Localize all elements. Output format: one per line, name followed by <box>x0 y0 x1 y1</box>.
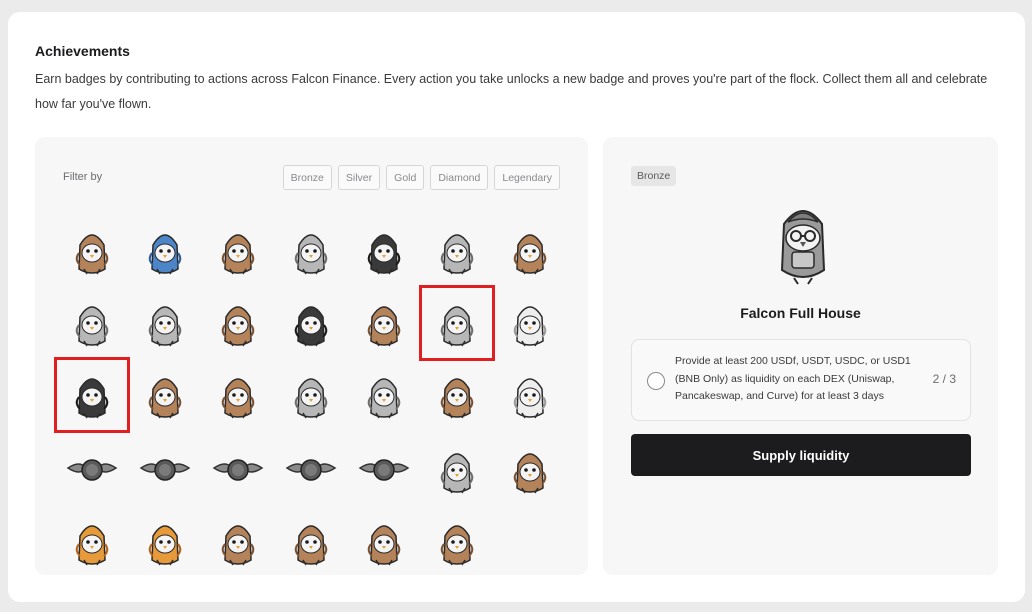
badge-item[interactable] <box>421 215 493 287</box>
jar-falcon-icon <box>367 525 401 566</box>
cap-falcon-icon <box>367 306 401 347</box>
badge-item[interactable] <box>348 434 420 506</box>
badge-item[interactable] <box>275 215 347 287</box>
detective-falcon-icon <box>440 453 474 494</box>
grey-plane-falcon-icon <box>75 306 109 347</box>
badge-item[interactable] <box>202 287 274 359</box>
grey-flock-falcon-icon <box>367 378 401 419</box>
badge-item[interactable] <box>54 357 130 433</box>
jacket-falcon-icon <box>367 234 401 275</box>
page-title: Achievements <box>35 43 130 59</box>
filter-chip-gold[interactable]: Gold <box>386 165 425 190</box>
wings-4-icon <box>285 459 337 481</box>
blanket-falcon-icon <box>148 234 182 275</box>
badge-item[interactable] <box>129 359 201 431</box>
supply-liquidity-button[interactable]: Supply liquidity <box>631 434 971 476</box>
flag-flock-falcon-icon <box>513 453 547 494</box>
trio-falcon-icon <box>221 378 255 419</box>
badge-item[interactable] <box>275 287 347 359</box>
pair-falcon-icon <box>148 378 182 419</box>
big-butterfly-falcon-icon <box>148 525 182 566</box>
badge-item[interactable] <box>494 359 566 431</box>
wings-2-icon <box>139 459 191 481</box>
grey-plane-falcon-icon <box>148 306 182 347</box>
badge-detail-panel: Bronze Falcon Full House Provide at leas… <box>603 137 998 575</box>
dark-jet-falcon-icon <box>294 306 328 347</box>
robot-falcon-icon <box>440 234 474 275</box>
task-card: Provide at least 200 USDf, USDT, USDC, o… <box>631 339 971 421</box>
badge-item[interactable] <box>202 434 274 506</box>
filter-chip-silver[interactable]: Silver <box>337 165 381 190</box>
badge-item[interactable] <box>129 434 201 506</box>
badge-item[interactable] <box>56 434 128 506</box>
badge-item[interactable] <box>494 215 566 287</box>
badge-item[interactable] <box>348 215 420 287</box>
grey-trio-falcon-icon <box>294 378 328 419</box>
filter-chip-diamond[interactable]: Diamond <box>430 165 489 190</box>
badge-item[interactable] <box>129 215 201 287</box>
badge-item[interactable] <box>202 215 274 287</box>
badge-item[interactable] <box>348 359 420 431</box>
heart-falcon-icon <box>221 525 255 566</box>
big-flock-falcon-icon <box>440 378 474 419</box>
badge-item[interactable] <box>202 359 274 431</box>
plaid-falcon-icon <box>221 234 255 275</box>
wings-3-icon <box>212 459 264 481</box>
badge-item[interactable] <box>56 506 128 578</box>
badge-item[interactable] <box>421 434 493 506</box>
wings-5-icon <box>358 459 410 481</box>
sunglasses-falcon-icon <box>75 378 109 419</box>
badge-item[interactable] <box>494 434 566 506</box>
badge-item[interactable] <box>129 506 201 578</box>
butterfly-falcon-icon <box>75 525 109 566</box>
green-jar-falcon-icon <box>440 525 474 566</box>
filter-chip-legendary[interactable]: Legendary <box>494 165 560 190</box>
badge-item[interactable] <box>275 506 347 578</box>
badge-item[interactable] <box>275 359 347 431</box>
winged-falcon-icon <box>513 378 547 419</box>
hood-falcon-icon <box>513 306 547 347</box>
full-house-falcon-icon <box>440 306 474 347</box>
suit-falcon-icon <box>294 234 328 275</box>
filter-chip-bronze[interactable]: Bronze <box>282 165 332 190</box>
tier-filter-group: Bronze Silver Gold Diamond Legendary <box>282 165 560 190</box>
badge-item[interactable] <box>56 215 128 287</box>
task-description: Provide at least 200 USDf, USDT, USDC, o… <box>675 355 911 402</box>
badge-item[interactable] <box>419 285 495 361</box>
badge-item[interactable] <box>56 287 128 359</box>
task-status-radio[interactable] <box>647 372 665 390</box>
plane-falcon-icon <box>513 234 547 275</box>
badge-item[interactable] <box>494 287 566 359</box>
tier-badge: Bronze <box>631 166 677 186</box>
falcon-full-house-icon <box>768 200 838 286</box>
egg-falcon-icon <box>75 234 109 275</box>
achievements-card: Achievements Earn badges by contributing… <box>8 12 1025 602</box>
badge-item[interactable] <box>202 506 274 578</box>
badge-item[interactable] <box>348 287 420 359</box>
task-progress: 2 / 3 <box>932 372 956 386</box>
badge-item[interactable] <box>421 359 493 431</box>
badge-gallery-panel: Filter by Bronze Silver Gold Diamond Leg… <box>35 137 588 575</box>
badge-item[interactable] <box>129 287 201 359</box>
badge-item[interactable] <box>275 434 347 506</box>
badge-item[interactable] <box>421 506 493 578</box>
wings-1-icon <box>66 459 118 481</box>
badge-name: Falcon Full House <box>740 305 861 321</box>
filter-label: Filter by <box>63 171 103 183</box>
yellow-heart-falcon-icon <box>294 525 328 566</box>
badge-item[interactable] <box>348 506 420 578</box>
jet-falcon-icon <box>221 306 255 347</box>
page-description: Earn badges by contributing to actions a… <box>35 72 988 111</box>
